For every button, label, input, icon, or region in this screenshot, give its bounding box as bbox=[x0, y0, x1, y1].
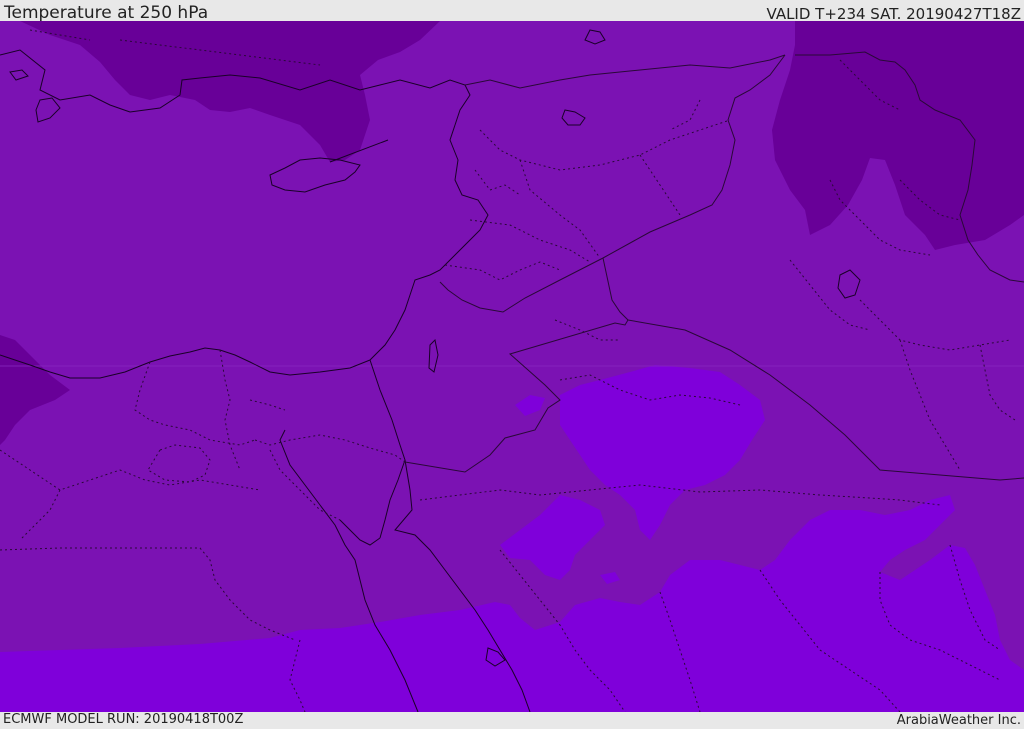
title-bar: Temperature at 250 hPa VALID T+234 SAT. … bbox=[0, 0, 1024, 23]
map-canvas bbox=[0, 21, 1024, 712]
model-run-label: ECMWF MODEL RUN: 20190418T00Z bbox=[3, 712, 244, 727]
map-title: Temperature at 250 hPa bbox=[4, 3, 209, 23]
credit-label: ArabiaWeather Inc. bbox=[896, 713, 1021, 728]
forecast-map[interactable] bbox=[0, 21, 1024, 712]
footer-bar: ECMWF MODEL RUN: 20190418T00Z ArabiaWeat… bbox=[0, 712, 1024, 729]
